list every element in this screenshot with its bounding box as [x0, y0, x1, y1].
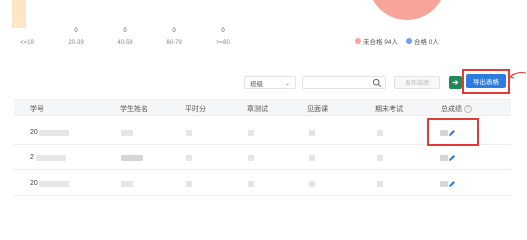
publish-scores-label: 发布成绩 — [404, 81, 429, 87]
bar-category-label: 60-79 — [166, 40, 182, 46]
redacted-chapter — [248, 155, 254, 161]
redacted-id — [39, 130, 69, 136]
redacted-usual — [186, 130, 192, 136]
chevron-down-icon: ⌄ — [284, 81, 290, 87]
header-student-name: 学生姓名 — [120, 106, 148, 113]
header-meeting-class: 见面课 — [307, 106, 328, 113]
redacted-meeting — [309, 130, 315, 136]
class-select-value: 班级 — [250, 80, 263, 88]
legend-pass: 合格 0人 — [406, 36, 439, 46]
redacted-name — [121, 181, 133, 187]
arrow-right-icon — [452, 80, 459, 85]
legend-fail-dot — [355, 38, 361, 44]
header-total-score-label: 总成绩 — [441, 106, 462, 113]
bar-0 — [12, 0, 26, 28]
header-total-score: 总成绩? — [441, 104, 472, 114]
help-icon[interactable]: ? — [464, 105, 472, 114]
redacted-id — [36, 155, 66, 161]
bar-category-label: >=80 — [216, 40, 230, 46]
redacted-final — [377, 130, 383, 136]
redacted-usual — [186, 181, 192, 187]
redacted-final — [377, 155, 383, 161]
table-row: 2 — [14, 145, 511, 170]
publish-scores-button[interactable]: 发布成绩 — [394, 76, 440, 89]
table-row: 20 — [14, 171, 511, 196]
redacted-usual — [186, 155, 192, 161]
redacted-chapter — [248, 181, 254, 187]
redacted-meeting — [309, 181, 315, 187]
bar-category-label: 40-59 — [117, 40, 133, 46]
redacted-name — [121, 130, 133, 136]
legend-fail: 未合格 94人 — [355, 36, 398, 46]
student-id: 20 — [30, 129, 38, 136]
redacted-meeting — [309, 155, 315, 161]
edit-icon[interactable] — [448, 154, 456, 162]
redacted-total — [440, 155, 448, 161]
bar-count-label: 0 — [123, 28, 127, 34]
redacted-name — [121, 155, 143, 161]
legend-fail-label: 未合格 94人 — [363, 39, 399, 46]
annotation-arrow — [509, 72, 527, 79]
bar-category-label: <=19 — [20, 40, 34, 46]
pass-rate-pie — [368, 0, 446, 20]
bar-category-label: 20-39 — [68, 40, 84, 46]
bar-count-label: 0 — [172, 28, 176, 34]
class-select[interactable]: 班级 ⌄ — [244, 76, 296, 89]
table-header: 学号 学生姓名 平时分 章测试 见面课 期末考试 总成绩? — [14, 99, 511, 116]
search-input[interactable] — [302, 76, 386, 89]
header-student-id: 学号 — [30, 106, 44, 113]
redacted-total — [440, 181, 448, 187]
redacted-final — [377, 181, 383, 187]
redacted-chapter — [248, 130, 254, 136]
score-distribution-chart: <=19 0 20-39 0 40-59 0 60-79 0 >=80 — [12, 0, 231, 46]
student-id: 2 — [30, 154, 34, 161]
header-final-exam: 期末考试 — [375, 106, 403, 113]
search-icon[interactable] — [372, 78, 382, 88]
legend-pass-dot — [406, 38, 412, 44]
header-usual-score: 平时分 — [185, 106, 206, 113]
edit-icon[interactable] — [448, 180, 456, 188]
redacted-id — [39, 181, 69, 187]
highlight-box-export — [462, 69, 510, 94]
bar-count-label: 0 — [221, 28, 225, 34]
excel-icon-button[interactable] — [449, 76, 462, 89]
student-id: 20 — [30, 180, 38, 187]
legend-pass-label: 合格 0人 — [414, 39, 439, 46]
bar-count-label: 0 — [74, 28, 78, 34]
highlight-box-edit — [427, 118, 479, 146]
header-chapter-test: 章测试 — [247, 106, 268, 113]
